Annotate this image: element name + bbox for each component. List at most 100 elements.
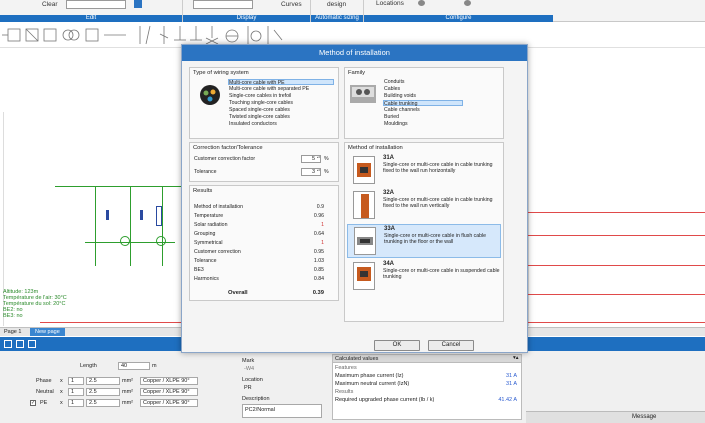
correction-box: Correction factor/Tolerance Customer cor… [189, 142, 339, 182]
curves-button[interactable]: Curves [281, 1, 302, 8]
location-value[interactable]: PR [244, 385, 252, 391]
mark-value[interactable]: -W4 [244, 366, 254, 372]
neutral-material-select[interactable]: Copper / XLPE 90° [143, 389, 190, 395]
methods-box: Method of installation 31A Single-core o… [344, 142, 504, 322]
clear-button[interactable]: Clear [42, 1, 58, 8]
locations-button[interactable]: Locations [376, 0, 404, 7]
wiring-item[interactable]: Multi-core cable with separated PE [229, 86, 309, 92]
ok-button[interactable]: OK [374, 340, 420, 351]
tolerance-label: Tolerance [194, 169, 217, 175]
breaker-icon[interactable] [106, 210, 109, 220]
grid-icon[interactable] [4, 340, 12, 348]
list-icon[interactable] [28, 340, 36, 348]
result-label: Tolerance [194, 258, 217, 264]
result-value: 0.96 [313, 213, 324, 219]
upgraded-value: 41.42 A [498, 397, 517, 403]
display-input[interactable] [193, 0, 253, 9]
pe-unit: mm² [122, 400, 133, 406]
method-code: 34A [383, 261, 395, 267]
phase-section[interactable]: 2.5 [89, 378, 97, 384]
tab-new-page[interactable]: New page [30, 328, 65, 336]
neutral-count[interactable]: 1 [71, 389, 74, 395]
family-item[interactable]: Building voids [384, 93, 416, 99]
result-value: 0.9 [316, 204, 324, 210]
cable-icon [200, 85, 220, 105]
result-value: 0.95 [313, 249, 324, 255]
edit-input[interactable] [66, 0, 126, 9]
method-31a-icon [353, 156, 375, 184]
method-item-31a[interactable]: 31A Single-core or multi-core cable in c… [347, 154, 501, 188]
method-item-32a[interactable]: 32A Single-core or multi-core cable in c… [347, 189, 501, 223]
pe-count[interactable]: 1 [71, 400, 74, 406]
family-item[interactable]: Cables [384, 86, 400, 92]
lamp-icon[interactable] [120, 236, 130, 246]
customer-correction-input[interactable]: 5 [301, 155, 321, 163]
tolerance-input[interactable]: 3 [301, 168, 321, 176]
ribbon-group-label: Edit [0, 15, 182, 22]
phase-material-select[interactable]: Copper / XLPE 90° [143, 378, 190, 384]
description-label: Description [242, 396, 270, 402]
ribbon-group-label: Configure [364, 15, 553, 22]
wiring-item[interactable]: Multi-core cable with PE [228, 79, 334, 86]
phase-count[interactable]: 1 [71, 378, 74, 384]
mark-label: Mark [242, 358, 255, 364]
results-box: Results Method of installation 0.9 Tempera… [189, 185, 339, 301]
upgraded-label: Required upgraded phase current (Ib / k) [335, 397, 435, 403]
overall-value: 0.39 [312, 290, 324, 296]
wiring-item[interactable]: Touching single-core cables [229, 100, 293, 106]
results-label: Results [335, 389, 354, 395]
wiring-title: Type of wiring system [193, 70, 249, 76]
family-item[interactable]: Conduits [384, 79, 404, 85]
neutral-label: Neutral [36, 389, 54, 395]
pe-section[interactable]: 2.5 [89, 400, 97, 406]
breaker-icon[interactable] [156, 206, 162, 226]
max-phase-value: 31 A [505, 373, 517, 379]
location-label: Location [242, 377, 263, 383]
max-phase-label: Maximum phase current (Iz) [335, 373, 404, 379]
methods-title: Method of installation [348, 145, 403, 151]
result-label: BE3 [194, 267, 204, 273]
description-input[interactable]: PC2/Normal [245, 407, 275, 413]
tolerance-unit: % [324, 169, 329, 175]
edit-icon[interactable] [134, 0, 142, 8]
length-input[interactable]: 40 [121, 363, 127, 369]
wiring-item[interactable]: Insulated conductors [229, 121, 277, 127]
result-value: 0.85 [313, 267, 324, 273]
collapse-icon[interactable]: ▾▴ [513, 355, 519, 361]
lamp-icon[interactable] [156, 236, 166, 246]
neutral-section[interactable]: 2.5 [89, 389, 97, 395]
customer-correction-label: Customer correction factor [194, 156, 256, 162]
family-item[interactable]: Buried [384, 114, 399, 120]
calculated-values-panel: Calculated values ▾▴ Features Maximum ph… [332, 354, 522, 420]
pe-material-select[interactable]: Copper / XLPE 90° [143, 400, 190, 406]
family-item[interactable]: Mouldings [384, 121, 408, 127]
family-item[interactable]: Cable channels [384, 107, 420, 113]
method-item-33a[interactable]: 33A Single-core or multi-core cable in f… [347, 224, 501, 258]
ribbon-group-sizing: design Automatic sizing [310, 0, 363, 22]
tab-page-1[interactable]: Page 1 [4, 329, 21, 335]
message-label: Message [632, 414, 657, 420]
settings-icon[interactable] [464, 0, 471, 6]
customer-correction-unit: % [324, 156, 329, 162]
result-label: Harmonics [194, 276, 219, 282]
result-value: 1 [321, 240, 324, 246]
family-item[interactable]: Cable trunking [383, 100, 463, 107]
wiring-item[interactable]: Single-core cables in trefoil [229, 93, 291, 99]
ribbon-group-label: Display [183, 15, 310, 22]
length-unit: m [152, 363, 157, 369]
results-title: Results [193, 188, 213, 194]
method-item-34a[interactable]: 34A Single-core or multi-core cable in s… [347, 260, 501, 294]
wiring-item[interactable]: Spaced single-core cables [229, 107, 290, 113]
max-neutral-value: 31 A [505, 381, 517, 387]
cable-properties-panel: Length 40 m Phase Neutral ✓ PE x x x 1 1… [0, 351, 705, 423]
breaker-icon[interactable] [140, 210, 143, 220]
ribbon-group-label: Automatic sizing [311, 15, 363, 22]
properties-icon[interactable] [16, 340, 24, 348]
cancel-button[interactable]: Cancel [428, 340, 474, 351]
result-label: Solar radiation [194, 222, 228, 228]
wiring-item[interactable]: Twisted single-core cables [229, 114, 290, 120]
app-window: Clear Edit Curves Display design Automat… [0, 0, 705, 423]
dialog-title: Method of installation [182, 45, 527, 61]
pe-checkbox[interactable]: ✓ [30, 400, 36, 406]
design-button[interactable]: design [327, 1, 346, 8]
